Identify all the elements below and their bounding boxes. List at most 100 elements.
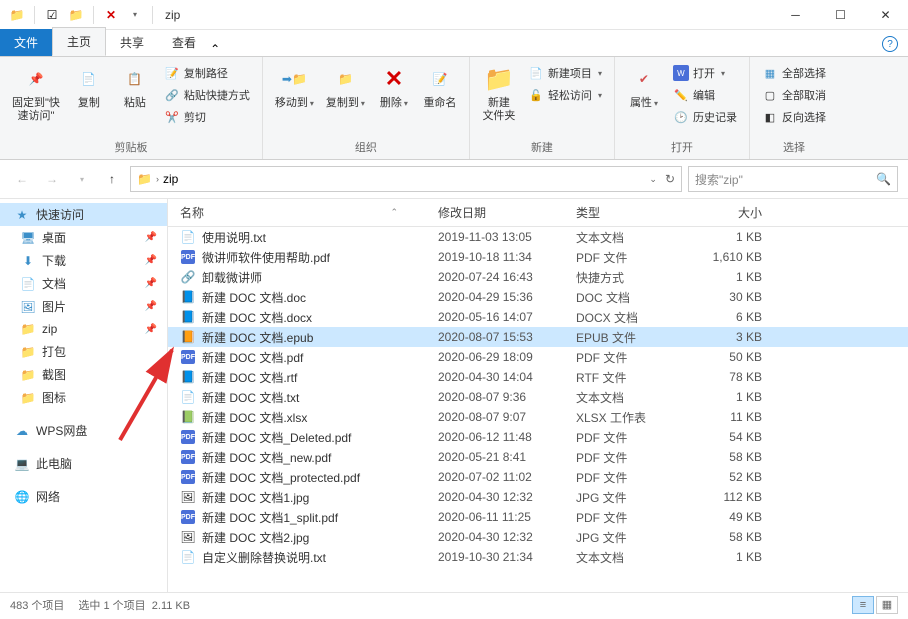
sidebar-zip[interactable]: 📁zip📌 — [0, 318, 167, 340]
sidebar-documents[interactable]: 📄文档📌 — [0, 272, 167, 295]
rename-icon: 📝 — [424, 63, 456, 95]
nav-back-button[interactable]: ← — [10, 167, 34, 191]
close-button[interactable]: ✕ — [863, 0, 908, 30]
view-details-button[interactable]: ≡ — [852, 596, 874, 614]
invert-selection-button[interactable]: ◧反向选择 — [758, 107, 830, 127]
sidebar-pack[interactable]: 📁打包 — [0, 340, 167, 363]
select-none-button[interactable]: ▢全部取消 — [758, 85, 830, 105]
link-icon: 🔗 — [181, 270, 196, 284]
delete-button[interactable]: ✕ 删除▾ — [373, 61, 415, 137]
file-size: 1 KB — [692, 230, 772, 244]
open-button[interactable]: W打开▾ — [669, 63, 741, 83]
breadcrumb[interactable]: zip — [163, 172, 178, 186]
paste-shortcut-button[interactable]: 🔗粘贴快捷方式 — [160, 85, 254, 105]
file-row[interactable]: PDF新建 DOC 文档_Deleted.pdf 2020-06-12 11:4… — [168, 427, 908, 447]
address-bar[interactable]: 📁 › zip ⌄ ↻ — [130, 166, 682, 192]
file-name: 新建 DOC 文档1.jpg — [202, 489, 309, 506]
tab-share[interactable]: 共享 — [106, 29, 158, 56]
help-icon[interactable]: ? — [882, 36, 898, 52]
rename-button[interactable]: 📝 重命名 — [419, 61, 461, 137]
file-date: 2020-04-29 15:36 — [438, 290, 576, 304]
file-row[interactable]: 🖼新建 DOC 文档2.jpg 2020-04-30 12:32 JPG 文件 … — [168, 527, 908, 547]
status-item-count: 483 个项目 — [10, 597, 64, 613]
maximize-button[interactable]: ☐ — [818, 0, 863, 30]
history-button[interactable]: 🕑历史记录 — [669, 107, 741, 127]
select-all-button[interactable]: ▦全部选择 — [758, 63, 830, 83]
new-folder-button[interactable]: 📁 新建 文件夹 — [478, 61, 520, 137]
file-row[interactable]: PDF新建 DOC 文档_protected.pdf 2020-07-02 11… — [168, 467, 908, 487]
address-dropdown[interactable]: ⌄ — [649, 174, 657, 185]
nav-forward-button[interactable]: → — [40, 167, 64, 191]
nav-recent-button[interactable]: ▾ — [70, 167, 94, 191]
file-row[interactable]: 📄自定义删除替换说明.txt 2019-10-30 21:34 文本文档 1 K… — [168, 547, 908, 567]
file-row[interactable]: PDF新建 DOC 文档_new.pdf 2020-05-21 8:41 PDF… — [168, 447, 908, 467]
history-icon: 🕑 — [673, 109, 689, 125]
sidebar-pictures[interactable]: 🖼图片📌 — [0, 295, 167, 318]
sidebar-desktop[interactable]: 🖥桌面📌 — [0, 226, 167, 249]
qat-checkbox[interactable]: ☑ — [41, 4, 63, 26]
paste-button[interactable]: 📋 粘贴 — [114, 61, 156, 137]
column-name[interactable]: 名称⌃ — [180, 204, 438, 221]
cloud-icon: ☁ — [14, 423, 30, 439]
file-row[interactable]: 📘新建 DOC 文档.docx 2020-05-16 14:07 DOCX 文档… — [168, 307, 908, 327]
nav-up-button[interactable]: ↑ — [100, 167, 124, 191]
sidebar-wps[interactable]: ☁WPS网盘 — [0, 419, 167, 442]
sidebar-downloads[interactable]: ⬇下载📌 — [0, 249, 167, 272]
file-size: 54 KB — [692, 430, 772, 444]
file-row[interactable]: 🔗卸载微讲师 2020-07-24 16:43 快捷方式 1 KB — [168, 267, 908, 287]
file-type: PDF 文件 — [576, 469, 692, 486]
easy-access-button[interactable]: 🔓轻松访问▾ — [524, 85, 606, 105]
file-type: PDF 文件 — [576, 449, 692, 466]
file-row[interactable]: PDF新建 DOC 文档1_split.pdf 2020-06-11 11:25… — [168, 507, 908, 527]
file-row[interactable]: 🖼新建 DOC 文档1.jpg 2020-04-30 12:32 JPG 文件 … — [168, 487, 908, 507]
qat-delete[interactable]: ✕ — [100, 4, 122, 26]
file-date: 2020-08-07 9:07 — [438, 410, 576, 424]
cut-button[interactable]: ✂️剪切 — [160, 107, 254, 127]
qat-folder[interactable]: 📁 — [65, 4, 87, 26]
file-row[interactable]: 📘新建 DOC 文档.doc 2020-04-29 15:36 DOC 文档 3… — [168, 287, 908, 307]
column-date[interactable]: 修改日期 — [438, 204, 576, 221]
open-icon: W — [673, 65, 689, 81]
tab-view[interactable]: 查看 — [158, 29, 210, 56]
folder-icon: 📁 — [6, 4, 28, 26]
file-name: 使用说明.txt — [202, 229, 266, 246]
properties-button[interactable]: ✔ 属性▾ — [623, 61, 665, 137]
minimize-button[interactable]: ─ — [773, 0, 818, 30]
view-icons-button[interactable]: ▦ — [876, 596, 898, 614]
search-icon[interactable]: 🔍 — [876, 172, 891, 186]
file-row[interactable]: 📙新建 DOC 文档.epub 2020-08-07 15:53 EPUB 文件… — [168, 327, 908, 347]
sidebar-network[interactable]: 🌐网络 — [0, 485, 167, 508]
sidebar-quick-access[interactable]: ★快速访问 — [0, 203, 167, 226]
column-type[interactable]: 类型 — [576, 204, 692, 221]
file-name: 新建 DOC 文档.rtf — [202, 369, 297, 386]
sidebar-screenshot[interactable]: 📁截图 — [0, 363, 167, 386]
file-row[interactable]: 📄新建 DOC 文档.txt 2020-08-07 9:36 文本文档 1 KB — [168, 387, 908, 407]
pin-to-quick-access-button[interactable]: 📌 固定到"快 速访问" — [8, 61, 64, 137]
search-input[interactable]: 搜索"zip" 🔍 — [688, 166, 898, 192]
network-icon: 🌐 — [14, 489, 30, 505]
refresh-button[interactable]: ↻ — [665, 172, 675, 186]
collapse-ribbon-button[interactable]: ⌃ — [210, 42, 220, 56]
sidebar-thispc[interactable]: 💻此电脑 — [0, 452, 167, 475]
copy-button[interactable]: 📄 复制 — [68, 61, 110, 137]
copy-path-button[interactable]: 📝复制路径 — [160, 63, 254, 83]
file-row[interactable]: 📘新建 DOC 文档.rtf 2020-04-30 14:04 RTF 文件 7… — [168, 367, 908, 387]
file-size: 58 KB — [692, 530, 772, 544]
file-row[interactable]: PDF新建 DOC 文档.pdf 2020-06-29 18:09 PDF 文件… — [168, 347, 908, 367]
edit-button[interactable]: ✏️编辑 — [669, 85, 741, 105]
file-type: 快捷方式 — [576, 269, 692, 286]
tab-home[interactable]: 主页 — [52, 27, 106, 56]
file-size: 58 KB — [692, 450, 772, 464]
file-type: EPUB 文件 — [576, 329, 692, 346]
file-row[interactable]: PDF微讲师软件使用帮助.pdf 2019-10-18 11:34 PDF 文件… — [168, 247, 908, 267]
qat-dropdown[interactable]: ▾ — [124, 4, 146, 26]
sidebar-icons[interactable]: 📁图标 — [0, 386, 167, 409]
column-size[interactable]: 大小 — [692, 204, 772, 221]
sidebar: ★快速访问 🖥桌面📌 ⬇下载📌 📄文档📌 🖼图片📌 📁zip📌 📁打包 📁截图 … — [0, 199, 168, 592]
move-to-button[interactable]: ➡📁 移动到▾ — [271, 61, 318, 137]
file-row[interactable]: 📗新建 DOC 文档.xlsx 2020-08-07 9:07 XLSX 工作表… — [168, 407, 908, 427]
new-item-button[interactable]: 📄新建项目▾ — [524, 63, 606, 83]
copy-to-button[interactable]: 📁 复制到▾ — [322, 61, 369, 137]
tab-file[interactable]: 文件 — [0, 29, 52, 56]
file-row[interactable]: 📄使用说明.txt 2019-11-03 13:05 文本文档 1 KB — [168, 227, 908, 247]
